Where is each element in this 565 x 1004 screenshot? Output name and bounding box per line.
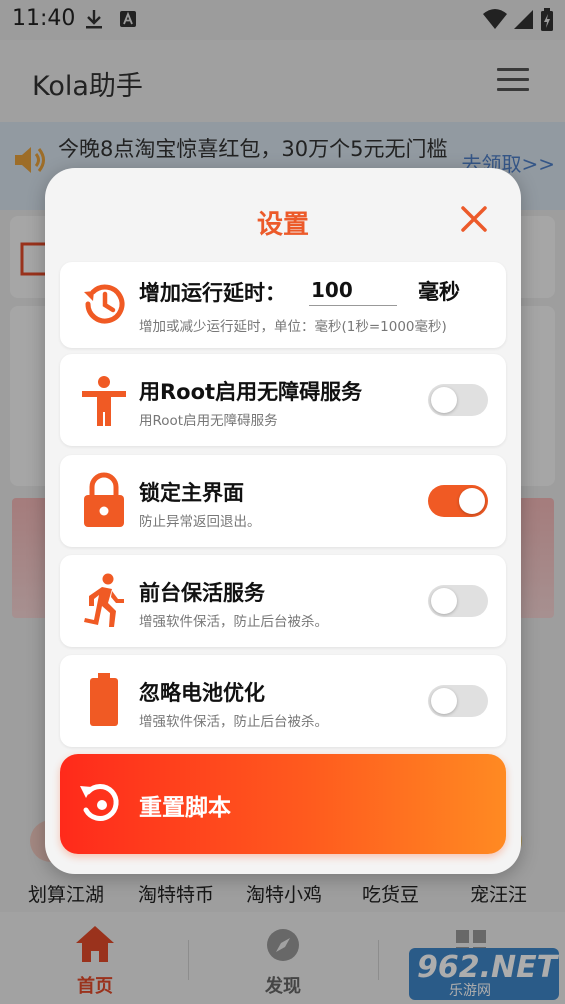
lock-icon bbox=[84, 472, 124, 527]
setting-card-root-accessibility[interactable]: 用Root启用无障碍服务 用Root启用无障碍服务 bbox=[60, 354, 506, 446]
setting-title: 用Root启用无障碍服务 bbox=[139, 380, 363, 404]
setting-title: 忽略电池优化 bbox=[139, 681, 265, 705]
dialog-title: 设置 bbox=[256, 210, 309, 240]
running-person-icon bbox=[84, 573, 124, 627]
toggle-switch[interactable] bbox=[428, 384, 488, 416]
toggle-knob bbox=[459, 488, 485, 514]
setting-subtitle: 防止异常返回退出。 bbox=[139, 514, 261, 530]
accessibility-person-icon bbox=[82, 376, 126, 426]
setting-card-battery[interactable]: 忽略电池优化 增强软件保活，防止后台被杀。 bbox=[60, 655, 506, 747]
toggle-switch[interactable] bbox=[428, 485, 488, 517]
delay-title: 增加运行延时： bbox=[139, 281, 286, 305]
close-icon[interactable] bbox=[457, 202, 491, 236]
setting-title: 前台保活服务 bbox=[139, 581, 265, 605]
reset-restore-icon bbox=[80, 783, 119, 821]
toggle-switch[interactable] bbox=[428, 585, 488, 617]
setting-title: 锁定主界面 bbox=[139, 481, 244, 505]
setting-subtitle: 用Root启用无障碍服务 bbox=[139, 413, 278, 429]
setting-subtitle: 增强软件保活，防止后台被杀。 bbox=[139, 614, 328, 630]
settings-dialog: 设置 增加运行延时： 毫秒 增加或减少运行延时，单位：毫秒(1秒=1000毫秒)… bbox=[45, 168, 521, 874]
delay-unit: 毫秒 bbox=[418, 280, 460, 304]
toggle-knob bbox=[431, 688, 457, 714]
toggle-knob bbox=[431, 588, 457, 614]
delay-subtitle: 增加或减少运行延时，单位：毫秒(1秒=1000毫秒) bbox=[139, 319, 447, 335]
toggle-switch[interactable] bbox=[428, 685, 488, 717]
delay-input[interactable] bbox=[309, 274, 397, 306]
setting-subtitle: 增强软件保活，防止后台被杀。 bbox=[139, 714, 328, 730]
history-clock-icon bbox=[84, 284, 125, 324]
toggle-knob bbox=[431, 387, 457, 413]
reset-script-label: 重置脚本 bbox=[139, 795, 231, 821]
reset-script-button[interactable]: 重置脚本 bbox=[60, 754, 506, 854]
setting-card-delay: 增加运行延时： 毫秒 增加或减少运行延时，单位：毫秒(1秒=1000毫秒) bbox=[60, 262, 506, 348]
setting-card-foreground-service[interactable]: 前台保活服务 增强软件保活，防止后台被杀。 bbox=[60, 555, 506, 647]
setting-card-lock-main[interactable]: 锁定主界面 防止异常返回退出。 bbox=[60, 455, 506, 547]
battery-icon bbox=[90, 673, 118, 726]
